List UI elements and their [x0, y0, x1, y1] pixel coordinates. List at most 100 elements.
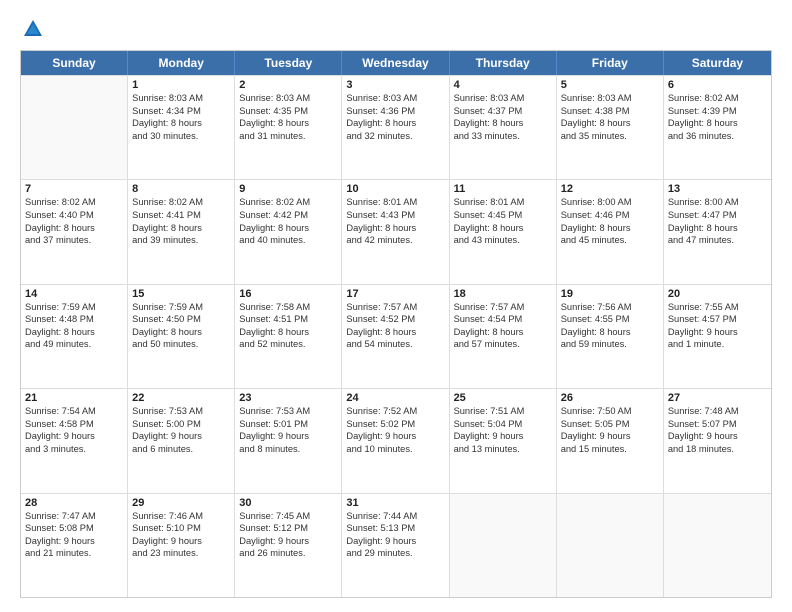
cell-info-line: Daylight: 8 hours	[346, 117, 444, 130]
cell-info-line: Sunset: 5:07 PM	[668, 418, 767, 431]
cell-info-line: and 50 minutes.	[132, 338, 230, 351]
cell-info-line: and 15 minutes.	[561, 443, 659, 456]
day-cell-14: 14Sunrise: 7:59 AMSunset: 4:48 PMDayligh…	[21, 285, 128, 388]
cell-info-line: Daylight: 8 hours	[132, 117, 230, 130]
calendar-body: 1Sunrise: 8:03 AMSunset: 4:34 PMDaylight…	[21, 75, 771, 597]
day-number: 19	[561, 288, 659, 300]
cell-info-line: Sunrise: 8:03 AM	[454, 92, 552, 105]
cell-info-line: Daylight: 8 hours	[561, 222, 659, 235]
cell-info-line: Sunrise: 7:53 AM	[239, 405, 337, 418]
logo	[20, 18, 44, 40]
day-cell-6: 6Sunrise: 8:02 AMSunset: 4:39 PMDaylight…	[664, 76, 771, 179]
day-number: 16	[239, 288, 337, 300]
cell-info-line: Sunset: 5:10 PM	[132, 522, 230, 535]
cell-info-line: Sunrise: 7:59 AM	[132, 301, 230, 314]
cell-info-line: Sunrise: 7:54 AM	[25, 405, 123, 418]
day-cell-15: 15Sunrise: 7:59 AMSunset: 4:50 PMDayligh…	[128, 285, 235, 388]
day-number: 29	[132, 497, 230, 509]
calendar-header: SundayMondayTuesdayWednesdayThursdayFrid…	[21, 51, 771, 75]
cell-info-line: Sunrise: 7:50 AM	[561, 405, 659, 418]
cell-info-line: Sunrise: 8:02 AM	[668, 92, 767, 105]
cell-info-line: and 37 minutes.	[25, 234, 123, 247]
cell-info-line: and 8 minutes.	[239, 443, 337, 456]
day-cell-26: 26Sunrise: 7:50 AMSunset: 5:05 PMDayligh…	[557, 389, 664, 492]
cell-info-line: Sunset: 4:38 PM	[561, 105, 659, 118]
day-cell-18: 18Sunrise: 7:57 AMSunset: 4:54 PMDayligh…	[450, 285, 557, 388]
logo-icon	[22, 18, 44, 40]
day-cell-29: 29Sunrise: 7:46 AMSunset: 5:10 PMDayligh…	[128, 494, 235, 597]
day-cell-13: 13Sunrise: 8:00 AMSunset: 4:47 PMDayligh…	[664, 180, 771, 283]
day-number: 6	[668, 79, 767, 91]
cell-info-line: Sunset: 5:00 PM	[132, 418, 230, 431]
cell-info-line: Sunset: 4:36 PM	[346, 105, 444, 118]
day-cell-23: 23Sunrise: 7:53 AMSunset: 5:01 PMDayligh…	[235, 389, 342, 492]
cell-info-line: Daylight: 8 hours	[561, 117, 659, 130]
cell-info-line: and 52 minutes.	[239, 338, 337, 351]
day-number: 26	[561, 392, 659, 404]
weekday-header-thursday: Thursday	[450, 51, 557, 75]
cell-info-line: Daylight: 8 hours	[346, 326, 444, 339]
cell-info-line: and 13 minutes.	[454, 443, 552, 456]
cell-info-line: and 29 minutes.	[346, 547, 444, 560]
cell-info-line: Sunset: 5:13 PM	[346, 522, 444, 535]
day-number: 17	[346, 288, 444, 300]
day-cell-25: 25Sunrise: 7:51 AMSunset: 5:04 PMDayligh…	[450, 389, 557, 492]
cell-info-line: and 31 minutes.	[239, 130, 337, 143]
cell-info-line: Daylight: 8 hours	[454, 222, 552, 235]
cell-info-line: Sunset: 5:05 PM	[561, 418, 659, 431]
cell-info-line: Sunrise: 8:00 AM	[561, 196, 659, 209]
cell-info-line: Sunrise: 7:59 AM	[25, 301, 123, 314]
empty-cell-4-5	[557, 494, 664, 597]
empty-cell-4-6	[664, 494, 771, 597]
day-cell-19: 19Sunrise: 7:56 AMSunset: 4:55 PMDayligh…	[557, 285, 664, 388]
cell-info-line: Sunset: 5:04 PM	[454, 418, 552, 431]
cell-info-line: Sunset: 4:35 PM	[239, 105, 337, 118]
cell-info-line: and 23 minutes.	[132, 547, 230, 560]
calendar-row-5: 28Sunrise: 7:47 AMSunset: 5:08 PMDayligh…	[21, 493, 771, 597]
calendar-row-1: 1Sunrise: 8:03 AMSunset: 4:34 PMDaylight…	[21, 75, 771, 179]
cell-info-line: Sunrise: 7:51 AM	[454, 405, 552, 418]
day-cell-5: 5Sunrise: 8:03 AMSunset: 4:38 PMDaylight…	[557, 76, 664, 179]
cell-info-line: and 42 minutes.	[346, 234, 444, 247]
cell-info-line: Daylight: 9 hours	[346, 535, 444, 548]
cell-info-line: Sunset: 4:45 PM	[454, 209, 552, 222]
cell-info-line: Daylight: 9 hours	[561, 430, 659, 443]
cell-info-line: Sunset: 4:39 PM	[668, 105, 767, 118]
calendar-row-3: 14Sunrise: 7:59 AMSunset: 4:48 PMDayligh…	[21, 284, 771, 388]
cell-info-line: Sunrise: 8:00 AM	[668, 196, 767, 209]
cell-info-line: and 43 minutes.	[454, 234, 552, 247]
cell-info-line: Sunrise: 7:52 AM	[346, 405, 444, 418]
day-number: 3	[346, 79, 444, 91]
day-number: 30	[239, 497, 337, 509]
day-cell-4: 4Sunrise: 8:03 AMSunset: 4:37 PMDaylight…	[450, 76, 557, 179]
weekday-header-saturday: Saturday	[664, 51, 771, 75]
cell-info-line: and 32 minutes.	[346, 130, 444, 143]
cell-info-line: Sunset: 4:37 PM	[454, 105, 552, 118]
cell-info-line: Sunset: 5:02 PM	[346, 418, 444, 431]
cell-info-line: Sunrise: 7:57 AM	[346, 301, 444, 314]
cell-info-line: and 26 minutes.	[239, 547, 337, 560]
day-cell-28: 28Sunrise: 7:47 AMSunset: 5:08 PMDayligh…	[21, 494, 128, 597]
cell-info-line: Daylight: 9 hours	[25, 535, 123, 548]
cell-info-line: Daylight: 8 hours	[239, 117, 337, 130]
day-cell-31: 31Sunrise: 7:44 AMSunset: 5:13 PMDayligh…	[342, 494, 449, 597]
cell-info-line: and 36 minutes.	[668, 130, 767, 143]
day-cell-12: 12Sunrise: 8:00 AMSunset: 4:46 PMDayligh…	[557, 180, 664, 283]
cell-info-line: Daylight: 9 hours	[668, 326, 767, 339]
day-cell-9: 9Sunrise: 8:02 AMSunset: 4:42 PMDaylight…	[235, 180, 342, 283]
empty-cell-4-4	[450, 494, 557, 597]
day-number: 10	[346, 183, 444, 195]
day-cell-1: 1Sunrise: 8:03 AMSunset: 4:34 PMDaylight…	[128, 76, 235, 179]
cell-info-line: Daylight: 8 hours	[346, 222, 444, 235]
day-cell-24: 24Sunrise: 7:52 AMSunset: 5:02 PMDayligh…	[342, 389, 449, 492]
day-cell-27: 27Sunrise: 7:48 AMSunset: 5:07 PMDayligh…	[664, 389, 771, 492]
day-number: 7	[25, 183, 123, 195]
cell-info-line: Sunset: 4:41 PM	[132, 209, 230, 222]
day-cell-2: 2Sunrise: 8:03 AMSunset: 4:35 PMDaylight…	[235, 76, 342, 179]
day-number: 8	[132, 183, 230, 195]
cell-info-line: Sunrise: 7:47 AM	[25, 510, 123, 523]
day-number: 4	[454, 79, 552, 91]
cell-info-line: Daylight: 8 hours	[25, 326, 123, 339]
cell-info-line: and 6 minutes.	[132, 443, 230, 456]
cell-info-line: Sunset: 5:08 PM	[25, 522, 123, 535]
